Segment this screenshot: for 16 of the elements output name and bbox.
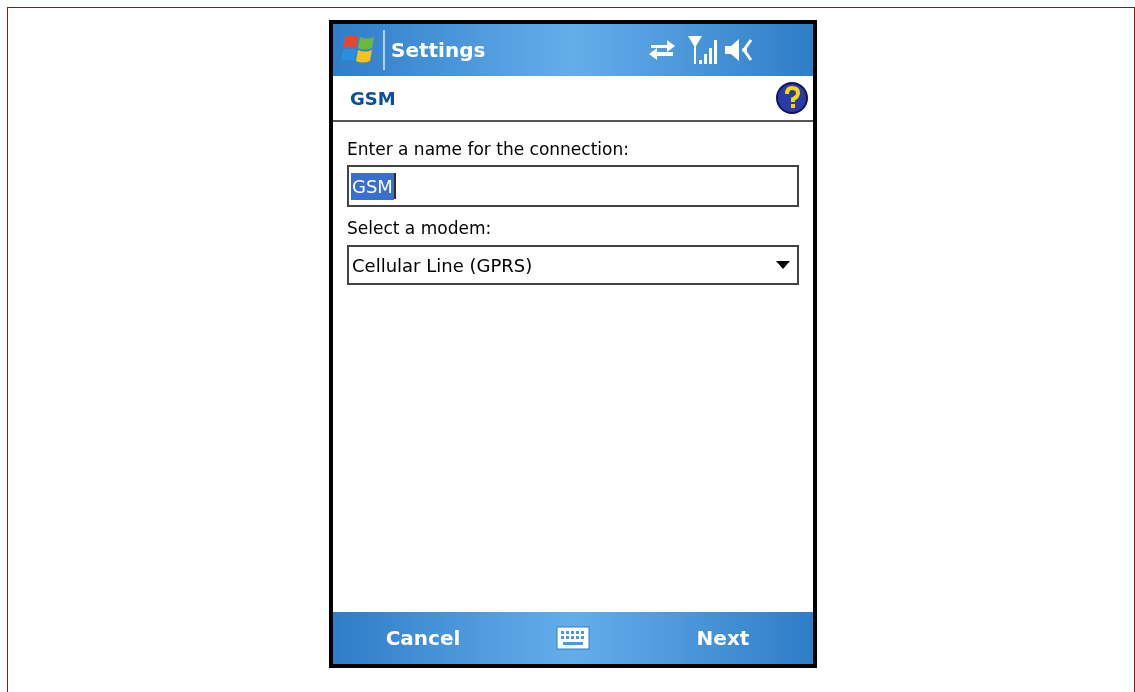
- modem-dropdown[interactable]: Cellular Line (GPRS): [347, 245, 799, 285]
- connection-arrows-icon[interactable]: [647, 37, 677, 63]
- help-icon[interactable]: [776, 82, 808, 114]
- signal-icon[interactable]: [687, 34, 717, 66]
- next-softkey[interactable]: Next: [633, 623, 813, 653]
- name-value: GSM: [351, 172, 394, 200]
- cancel-softkey[interactable]: Cancel: [333, 623, 513, 653]
- name-label: Enter a name for the connection:: [347, 138, 630, 160]
- keyboard-icon[interactable]: [556, 626, 590, 650]
- page-title: GSM: [350, 86, 396, 111]
- dropdown-arrow-icon: [776, 261, 790, 269]
- speaker-icon[interactable]: [723, 36, 755, 64]
- window-title: Settings: [391, 37, 486, 64]
- name-input-field[interactable]: GSM: [347, 165, 799, 207]
- text-cursor: [393, 173, 396, 199]
- modem-label: Select a modem:: [347, 217, 493, 239]
